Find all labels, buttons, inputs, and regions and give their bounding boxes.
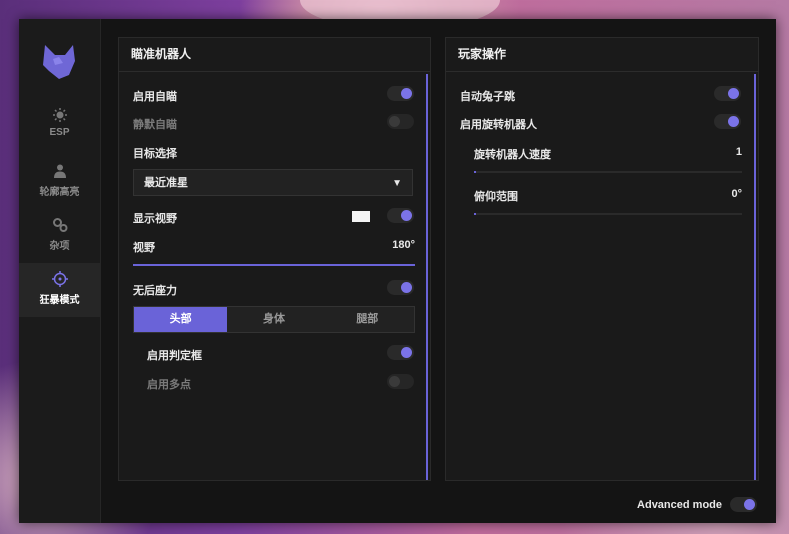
auto-bhop-toggle[interactable] — [714, 86, 741, 101]
fov-slider[interactable] — [133, 264, 415, 266]
sidebar-item-label: 杂项 — [49, 241, 70, 252]
aimbot-panel: 瞄准机器人 启用自瞄 静默自瞄 目标选择 最近准星 ▼ 显示视野 视野 180°… — [118, 37, 431, 481]
fov-color-swatch[interactable] — [352, 211, 370, 222]
sidebar-item-label: ESP — [49, 127, 70, 138]
multipoint-label: 启用多点 — [147, 379, 191, 391]
show-fov-toggle[interactable] — [387, 208, 414, 223]
sun-icon — [52, 108, 67, 122]
fov-slider-fill — [133, 264, 415, 266]
sidebar-item-misc[interactable]: 杂项 — [19, 209, 100, 263]
hitbox-segmented-control: 头部 身体 腿部 — [133, 306, 415, 333]
pitch-range-label: 俯仰范围 — [474, 191, 518, 203]
scrollbar[interactable] — [426, 74, 428, 480]
sidebar-item-rage[interactable]: 狂暴模式 — [19, 263, 100, 317]
spin-speed-value: 1 — [735, 146, 742, 158]
crosshair-icon — [51, 271, 68, 287]
silent-aim-toggle[interactable] — [387, 114, 414, 129]
spin-speed-slider[interactable] — [474, 171, 742, 173]
no-recoil-label: 无后座力 — [133, 285, 177, 297]
spinbot-toggle[interactable] — [714, 114, 741, 129]
no-recoil-toggle[interactable] — [387, 280, 414, 295]
tab-head[interactable]: 头部 — [134, 307, 228, 332]
fov-label: 视野 — [133, 242, 155, 254]
spinbot-label: 启用旋转机器人 — [460, 119, 537, 131]
wolf-logo-icon — [43, 45, 75, 79]
enable-aimbot-label: 启用自瞄 — [133, 91, 177, 103]
pitch-range-value: 0° — [731, 188, 742, 200]
app-window: ESP 轮廓高亮 杂项 狂暴模式 瞄准机器人 启用自瞄 静默自瞄 目标选择 最近… — [19, 19, 776, 523]
spin-speed-label: 旋转机器人速度 — [474, 149, 551, 161]
pitch-range-slider-fill — [474, 213, 476, 215]
player-actions-panel: 玩家操作 自动兔子跳 启用旋转机器人 旋转机器人速度 1 俯仰范围 0° — [445, 37, 759, 481]
person-icon — [53, 164, 66, 178]
tab-legs[interactable]: 腿部 — [321, 307, 414, 332]
silent-aim-label: 静默自瞄 — [133, 119, 177, 131]
gears-icon — [52, 218, 67, 232]
sidebar-item-outline[interactable]: 轮廓高亮 — [19, 155, 100, 209]
enable-hitbox-label: 启用判定框 — [147, 350, 202, 362]
sidebar-item-esp[interactable]: ESP — [19, 99, 100, 153]
sidebar-item-label: 轮廓高亮 — [39, 187, 80, 198]
chevron-down-icon: ▼ — [392, 178, 402, 189]
panel-title: 瞄准机器人 — [119, 38, 430, 72]
panel-title: 玩家操作 — [446, 38, 758, 72]
multipoint-toggle[interactable] — [387, 374, 414, 389]
target-select-dropdown[interactable]: 最近准星 ▼ — [133, 169, 413, 196]
fov-value: 180° — [392, 239, 415, 251]
target-select-label: 目标选择 — [133, 148, 177, 160]
show-fov-label: 显示视野 — [133, 213, 177, 225]
scrollbar[interactable] — [754, 74, 756, 480]
advanced-mode-toggle[interactable] — [730, 497, 757, 512]
target-select-value: 最近准星 — [144, 177, 188, 189]
enable-aimbot-toggle[interactable] — [387, 86, 414, 101]
tab-body[interactable]: 身体 — [227, 307, 320, 332]
sidebar-item-label: 狂暴模式 — [39, 295, 80, 306]
enable-hitbox-toggle[interactable] — [387, 345, 414, 360]
auto-bhop-label: 自动兔子跳 — [460, 91, 515, 103]
pitch-range-slider[interactable] — [474, 213, 742, 215]
sidebar: ESP 轮廓高亮 杂项 狂暴模式 — [19, 19, 101, 523]
advanced-mode-label: Advanced mode — [637, 499, 722, 511]
spin-speed-slider-fill — [474, 171, 476, 173]
